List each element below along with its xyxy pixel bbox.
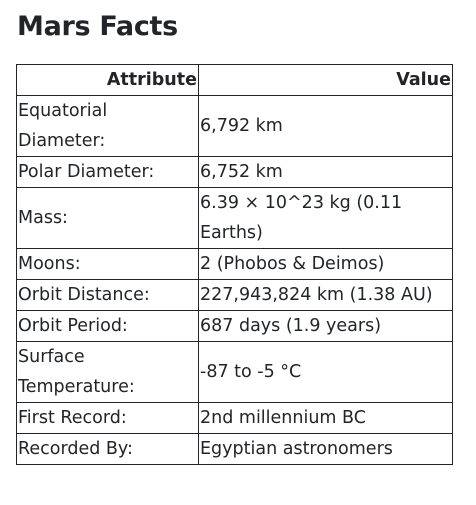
table-row: Orbit Period: 687 days (1.9 years) (16, 310, 453, 342)
table-row: Recorded By: Egyptian astronomers (16, 433, 453, 465)
row-attribute: Mass: (16, 187, 199, 249)
row-value: 6,792 km (198, 95, 453, 157)
row-attribute: Surface Temperature: (16, 341, 199, 403)
row-value: Egyptian astronomers (198, 433, 453, 465)
row-attribute: Recorded By: (16, 433, 199, 465)
page-title: Mars Facts (17, 11, 178, 42)
table-body: Equatorial Diameter: 6,792 km Polar Diam… (16, 95, 453, 465)
row-attribute: Orbit Period: (16, 310, 199, 342)
table-header-row: Attribute Value (16, 64, 453, 96)
table-row: Moons: 2 (Phobos & Deimos) (16, 248, 453, 280)
row-value: 6.39 × 10^23 kg (0.11 Earths) (198, 187, 453, 249)
row-value: 2 (Phobos & Deimos) (198, 248, 453, 280)
row-attribute: Polar Diameter: (16, 156, 199, 188)
mars-facts-table: Attribute Value Equatorial Diameter: 6,7… (16, 64, 453, 465)
row-value: -87 to -5 °C (198, 341, 453, 403)
row-value: 227,943,824 km (1.38 AU) (198, 279, 453, 311)
table-row: Surface Temperature: -87 to -5 °C (16, 341, 453, 403)
table-row: Mass: 6.39 × 10^23 kg (0.11 Earths) (16, 187, 453, 249)
table-row: Orbit Distance: 227,943,824 km (1.38 AU) (16, 279, 453, 311)
row-attribute: Equatorial Diameter: (16, 95, 199, 157)
row-value: 687 days (1.9 years) (198, 310, 453, 342)
row-attribute: Orbit Distance: (16, 279, 199, 311)
row-value: 6,752 km (198, 156, 453, 188)
table-row: First Record: 2nd millennium BC (16, 402, 453, 434)
row-attribute: Moons: (16, 248, 199, 280)
row-attribute: First Record: (16, 402, 199, 434)
table-row: Equatorial Diameter: 6,792 km (16, 95, 453, 157)
column-header-value: Value (198, 64, 453, 96)
table-row: Polar Diameter: 6,752 km (16, 156, 453, 188)
table-header: Attribute Value (16, 64, 453, 96)
column-header-attribute: Attribute (16, 64, 199, 96)
row-value: 2nd millennium BC (198, 402, 453, 434)
